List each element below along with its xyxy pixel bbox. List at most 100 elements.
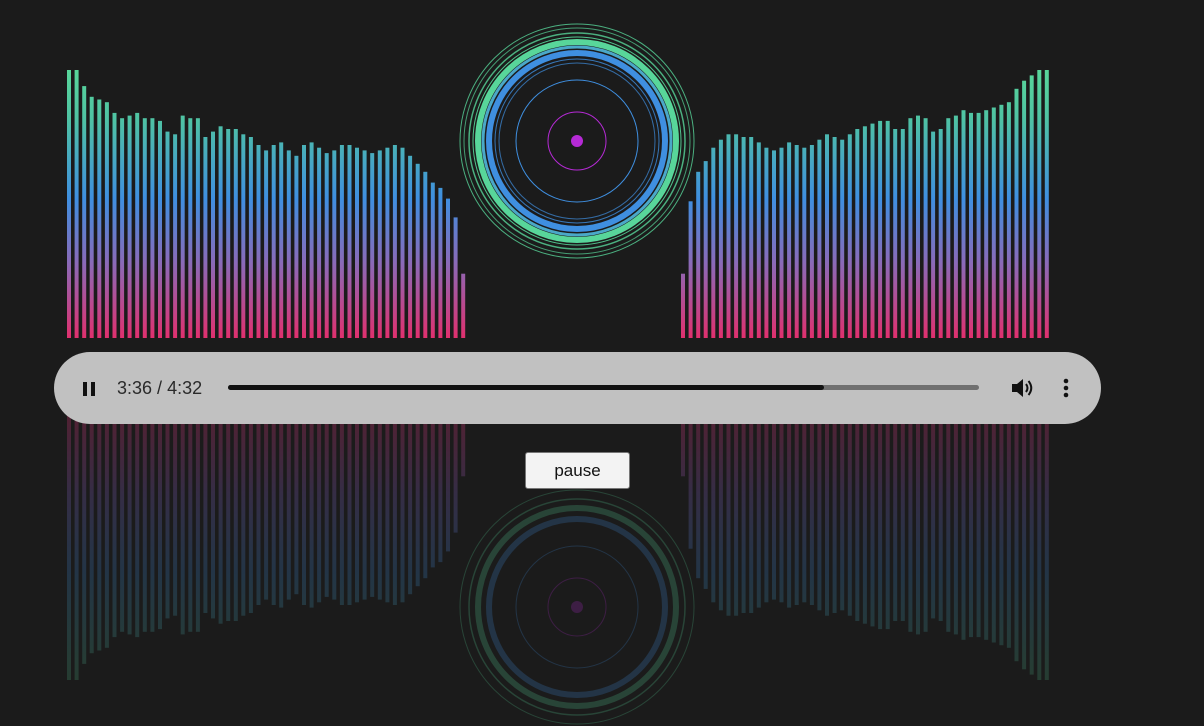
- spectrum-right-bar-reflection: [1037, 412, 1042, 680]
- spectrum-left-bar: [82, 86, 87, 338]
- spectrum-left-bar: [218, 126, 223, 338]
- spectrum-left-bar-reflection: [271, 412, 276, 605]
- spectrum-right-bar: [1044, 70, 1049, 338]
- spectrum-right-bar: [855, 129, 860, 338]
- spectrum-right-bar: [794, 145, 799, 338]
- spectrum-reflection-right: [681, 412, 1049, 680]
- spectrum-left-bar-reflection: [135, 412, 140, 638]
- spectrum-right-bar: [916, 115, 920, 338]
- spectrum-right-bar-reflection: [756, 412, 761, 608]
- spectrum-right-bar-reflection: [718, 412, 723, 611]
- spectrum-left-bar-reflection: [89, 412, 94, 654]
- spectrum-right-bar: [764, 147, 769, 338]
- more-vertical-icon[interactable]: [1056, 375, 1076, 401]
- duration: 4:32: [167, 378, 203, 398]
- spectrum-right-bar: [832, 137, 837, 338]
- seek-bar[interactable]: [228, 385, 979, 390]
- spectrum-left-bar-reflection: [158, 412, 162, 630]
- spectrum-right-bar-reflection: [923, 412, 928, 632]
- spectrum-right-bar: [1006, 102, 1011, 338]
- spectrum-right-bar: [734, 134, 739, 338]
- speaker-icon[interactable]: [1008, 375, 1036, 401]
- spectrum-left-bar-reflection: [120, 412, 125, 632]
- spectrum-left-bar-reflection: [233, 412, 238, 621]
- spectrum-right-bar-reflection: [999, 412, 1004, 646]
- time-display: 3:36 / 4:32: [117, 377, 202, 399]
- spectrum-right-bar-reflection: [946, 412, 951, 632]
- spectrum-left-bar-reflection: [142, 412, 147, 632]
- spectrum-left-bar: [256, 145, 261, 338]
- spectrum-left-bar: [104, 102, 109, 338]
- spectrum-right-bar: [969, 112, 973, 339]
- spectrum-right-bar-reflection: [976, 412, 981, 638]
- spectrum-left-bar: [89, 96, 94, 338]
- spectrum-right-bar-reflection: [802, 412, 807, 603]
- spectrum-right-bar: [931, 131, 936, 338]
- spectrum-left-bar: [408, 155, 413, 338]
- spectrum-left-bar: [362, 150, 367, 338]
- spectrum-left-bar-reflection: [332, 412, 337, 600]
- spectrum-right-bar-reflection: [916, 412, 920, 635]
- spectrum-left-bar-reflection: [180, 412, 185, 635]
- spectrum-left-bar-reflection: [211, 412, 215, 619]
- spectrum-left-bar: [332, 150, 337, 338]
- spectrum-right-bar: [817, 139, 822, 338]
- spectrum-right-bar-reflection: [878, 412, 883, 630]
- spectrum-right-bar: [953, 115, 958, 338]
- spectrum-right-bar: [1037, 70, 1042, 338]
- spectrum-right-bar: [893, 129, 898, 338]
- spectrum-left-bar: [241, 134, 246, 338]
- spectrum-left-bar: [165, 131, 170, 338]
- spectrum-left-bar-reflection: [453, 412, 458, 533]
- pause-button[interactable]: pause: [525, 452, 630, 489]
- spectrum-right-bar-reflection: [953, 412, 958, 635]
- spectrum-left-bar: [392, 145, 397, 338]
- spectrum-right-bar: [787, 142, 792, 338]
- spectrum-left-bar-reflection: [446, 412, 450, 552]
- spectrum-right-bar: [741, 137, 746, 338]
- spectrum-left-bar-reflection: [415, 412, 420, 587]
- spectrum-right-bar-reflection: [991, 412, 996, 643]
- spectrum-left-bar: [135, 112, 140, 339]
- spectrum-left-bar-reflection: [302, 412, 306, 605]
- spectrum-left-bar-reflection: [82, 412, 87, 664]
- spectrum-right-bar-reflection: [1014, 412, 1019, 662]
- spectrum-right-bar: [862, 126, 867, 338]
- spectrum-right-bar: [779, 147, 784, 338]
- spectrum-left-bar: [173, 134, 178, 338]
- spectrum-right-bar: [999, 104, 1004, 338]
- visualizer-stage: 3:36 / 4:32 pause: [0, 0, 1204, 726]
- spectrum-left-bar: [211, 131, 215, 338]
- spectrum-right-bar-reflection: [764, 412, 769, 603]
- spectrum-left-bar-reflection: [97, 412, 102, 651]
- spectrum-left-bar: [97, 99, 102, 338]
- spectrum-left-bar: [286, 150, 291, 338]
- spectrum-left-bar-reflection: [430, 412, 435, 568]
- pause-icon[interactable]: [76, 377, 102, 401]
- spectrum-right-bar-reflection: [1006, 412, 1011, 648]
- spectrum-right-bar: [961, 110, 966, 338]
- vinyl-disc: [459, 23, 695, 259]
- spectrum-left-bar: [339, 145, 344, 338]
- spectrum-right-bar-reflection: [870, 412, 875, 627]
- spectrum-right-bar-reflection: [749, 412, 754, 613]
- spectrum-left-bar: [74, 70, 79, 338]
- spectrum-left-bar: [385, 147, 390, 338]
- spectrum-left-bar: [67, 70, 71, 338]
- spectrum-left-bar: [347, 145, 352, 338]
- spectrum-right-bar: [726, 134, 731, 338]
- spectrum-left-bar-reflection: [218, 412, 223, 624]
- spectrum-right-bar-reflection: [938, 412, 943, 621]
- spectrum-left-bar: [142, 118, 147, 338]
- spectrum-left-bar: [150, 118, 155, 338]
- spectrum-left-bar-reflection: [150, 412, 155, 632]
- spectrum-right-bar: [681, 273, 685, 338]
- spectrum-right-bar-reflection: [734, 412, 739, 616]
- spectrum-left-bar-reflection: [309, 412, 314, 608]
- spectrum-right-bar: [756, 142, 761, 338]
- time-separator: /: [152, 378, 168, 398]
- spectrum-left-bar: [294, 155, 299, 338]
- spectrum-right-bar-reflection: [984, 412, 989, 640]
- spectrum-left-bar: [324, 153, 329, 338]
- spectrum-left-bar: [453, 217, 458, 338]
